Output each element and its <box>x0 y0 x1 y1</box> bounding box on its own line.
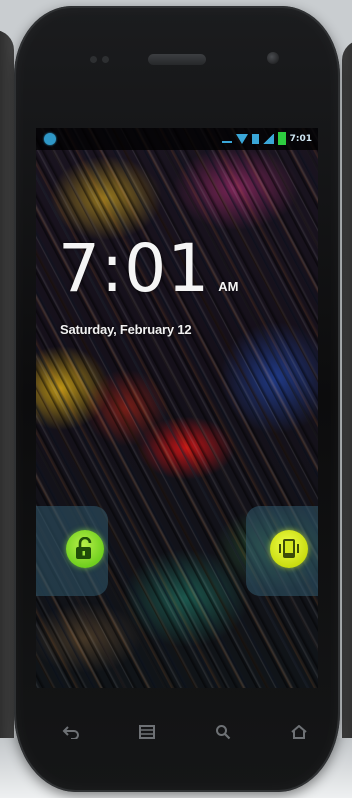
menu-icon[interactable] <box>136 723 158 741</box>
front-camera <box>267 52 279 64</box>
search-icon[interactable] <box>212 723 234 741</box>
status-bar: 7:01 <box>36 128 318 150</box>
sound-toggle-icon[interactable] <box>270 530 308 568</box>
status-icons: 7:01 <box>221 132 312 145</box>
wifi-icon <box>235 133 248 144</box>
lock-clock: 7:01 AM <box>58 236 238 302</box>
photo-scene: 7:01 7:01 AM Saturday, February 12 <box>0 0 352 798</box>
home-icon[interactable] <box>288 723 310 741</box>
earpiece-speaker <box>148 54 206 65</box>
clock-date: Saturday, February 12 <box>60 322 192 337</box>
clock-time: 7:01 <box>58 230 211 307</box>
sim-icon <box>251 133 259 144</box>
adjacent-device-right <box>342 40 352 760</box>
battery-icon <box>277 132 286 145</box>
lock-screen: 7:01 7:01 AM Saturday, February 12 <box>36 128 318 688</box>
wallpaper-streaks <box>36 128 318 688</box>
proximity-sensor <box>90 56 109 63</box>
usb-icon <box>221 134 232 143</box>
capacitive-keys <box>60 722 310 742</box>
unlock-icon[interactable] <box>66 530 104 568</box>
clock-ampm: AM <box>218 279 239 294</box>
adjacent-device-left <box>0 30 14 770</box>
signal-icon <box>262 133 274 144</box>
back-icon[interactable] <box>60 723 82 741</box>
app-notification-icon <box>44 133 56 145</box>
status-time: 7:01 <box>289 133 312 144</box>
